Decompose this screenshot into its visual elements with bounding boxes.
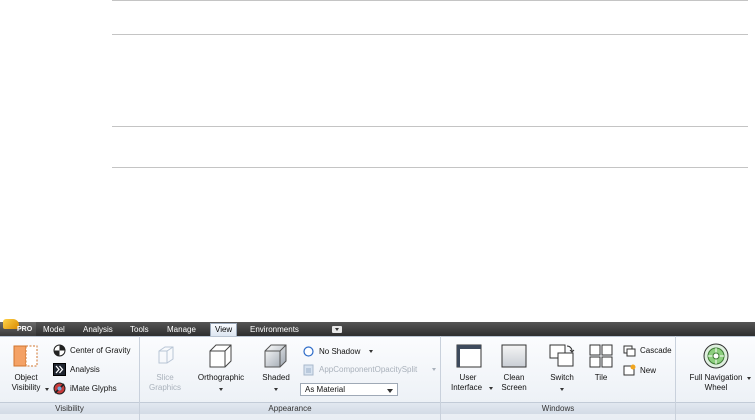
full-navigation-label-line1: Full Navigation xyxy=(689,373,743,382)
user-interface-label-line2: Interface xyxy=(451,383,483,392)
ribbon-tab-bar: PRO Model Analysis Tools Manage View Env… xyxy=(0,319,755,336)
opacity-icon xyxy=(303,364,314,376)
switch-label: Switch xyxy=(550,373,574,382)
chevron-down-icon xyxy=(387,389,393,393)
divider-line xyxy=(112,0,748,1)
dropdown-arrow-icon xyxy=(274,388,278,391)
shaded-icon xyxy=(264,344,287,368)
dropdown-arrow-icon xyxy=(432,368,436,371)
app-badge: PRO xyxy=(17,326,33,333)
material-select[interactable]: As Material xyxy=(300,383,398,396)
panel-label-navigate xyxy=(676,402,755,414)
panel-label-windows: Windows xyxy=(441,402,675,414)
dropdown-arrow-icon xyxy=(489,387,493,390)
divider-line xyxy=(112,34,748,35)
analysis-icon xyxy=(53,363,66,376)
clean-screen-icon xyxy=(501,344,527,368)
dropdown-arrow-icon xyxy=(219,388,223,391)
tab-environments[interactable]: Environments xyxy=(250,324,299,336)
tile-icon xyxy=(589,344,613,368)
dropdown-arrow-icon xyxy=(560,388,564,391)
full-navigation-label-line2: Wheel xyxy=(704,383,728,392)
tab-model[interactable]: Model xyxy=(43,324,65,336)
imate-glyphs-label: iMate Glyphs xyxy=(70,384,117,393)
divider-line xyxy=(112,167,748,168)
user-interface-label-line1: User xyxy=(459,373,477,382)
object-visibility-icon xyxy=(13,345,38,367)
slice-graphics-label-line1: Slice xyxy=(156,373,174,382)
clean-screen-label-line1: Clean xyxy=(503,373,525,382)
object-visibility-label-line2: Visibility xyxy=(11,383,41,392)
orthographic-label: Orthographic xyxy=(197,373,245,382)
orthographic-icon xyxy=(209,344,232,368)
tab-manage[interactable]: Manage xyxy=(167,324,196,336)
navigation-wheel-icon xyxy=(703,343,729,369)
cascade-label: Cascade xyxy=(640,346,672,355)
slice-graphics-label-line2: Graphics xyxy=(148,383,181,392)
cascade-icon xyxy=(623,345,636,357)
center-of-gravity-label: Center of Gravity xyxy=(70,346,131,355)
panel-label-visibility: Visibility xyxy=(0,402,139,414)
center-of-gravity-icon xyxy=(53,344,66,357)
analysis-label: Analysis xyxy=(70,365,100,374)
material-select-value: As Material xyxy=(305,385,346,394)
dropdown-arrow-icon xyxy=(747,377,751,380)
dropdown-arrow-icon xyxy=(369,350,373,353)
application-menu-button[interactable]: PRO xyxy=(0,319,36,336)
minimize-ribbon-icon[interactable] xyxy=(332,326,342,333)
tab-tools[interactable]: Tools xyxy=(130,324,149,336)
tab-analysis[interactable]: Analysis xyxy=(83,324,113,336)
application-window: PRO Model Analysis Tools Manage View Env… xyxy=(0,0,755,420)
shadow-icon xyxy=(303,346,314,357)
shaded-label: Shaded xyxy=(262,373,290,382)
opacity-split-label: AppComponentOpacitySplit xyxy=(319,365,418,374)
slice-graphics-icon xyxy=(158,346,174,364)
switch-icon xyxy=(549,344,575,367)
divider-line xyxy=(112,126,748,127)
new-window-icon xyxy=(623,364,636,376)
clean-screen-label-line2: Screen xyxy=(501,383,527,392)
object-visibility-label-line1: Object xyxy=(14,373,38,382)
panel-label-appearance: Appearance xyxy=(140,402,440,414)
user-interface-icon xyxy=(456,344,482,368)
imate-glyphs-icon xyxy=(53,382,66,395)
tab-view[interactable]: View xyxy=(210,323,238,336)
no-shadow-label: No Shadow xyxy=(319,347,361,356)
tile-label: Tile xyxy=(594,373,608,382)
new-window-label: New xyxy=(640,366,657,375)
dropdown-arrow-icon xyxy=(45,388,49,391)
